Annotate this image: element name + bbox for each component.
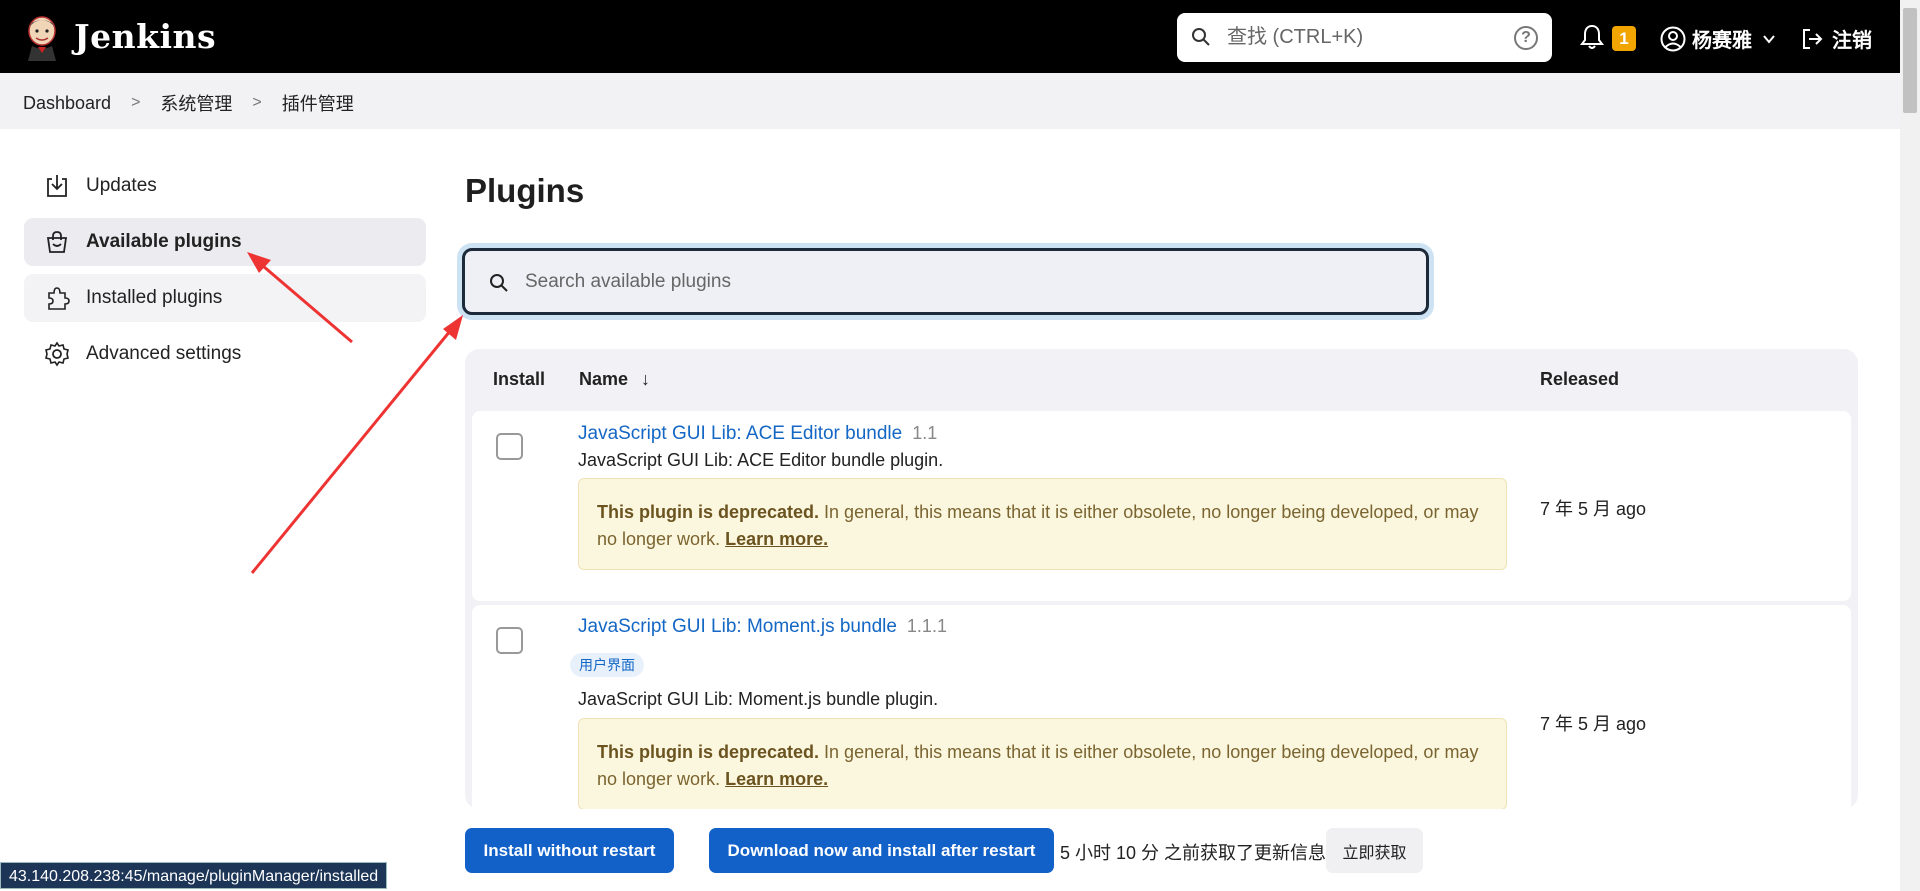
warning-title: This plugin is deprecated. bbox=[597, 742, 820, 762]
sidebar-item-label: Installed plugins bbox=[86, 287, 223, 308]
scrollbar-thumb[interactable] bbox=[1903, 8, 1917, 113]
plugin-version: 1.1 bbox=[912, 423, 938, 443]
plugin-version: 1.1.1 bbox=[906, 616, 947, 636]
global-search-input[interactable] bbox=[1227, 23, 1477, 51]
category-tag[interactable]: 用户界面 bbox=[570, 653, 644, 677]
search-icon bbox=[1192, 28, 1210, 46]
sidebar-item-label: Advanced settings bbox=[86, 343, 242, 364]
download-and-install-button[interactable]: Download now and install after restart bbox=[709, 828, 1054, 873]
plugin-search-box[interactable] bbox=[462, 248, 1429, 315]
global-search-box[interactable]: ? bbox=[1177, 13, 1552, 62]
help-icon[interactable]: ? bbox=[1514, 26, 1538, 50]
puzzle-icon bbox=[48, 287, 70, 310]
download-icon bbox=[47, 175, 67, 197]
search-icon bbox=[490, 274, 508, 292]
scrollbar-track[interactable] bbox=[1900, 0, 1920, 891]
deprecation-warning: This plugin is deprecated. In general, t… bbox=[578, 478, 1507, 570]
released-date: 7 年 5 月 ago bbox=[1540, 714, 1647, 734]
user-menu[interactable]: 杨赛雅 bbox=[1660, 24, 1776, 53]
breadcrumb-bar: Dashboard > 系统管理 > 插件管理 bbox=[0, 73, 1900, 129]
breadcrumb-dashboard[interactable]: Dashboard bbox=[23, 93, 111, 114]
jenkins-logo-icon[interactable] bbox=[22, 13, 62, 61]
plugin-name-link[interactable]: JavaScript GUI Lib: ACE Editor bundle 1.1 bbox=[578, 423, 937, 445]
plugin-name[interactable]: JavaScript GUI Lib: Moment.js bundle bbox=[578, 616, 897, 637]
plugin-name-link[interactable]: JavaScript GUI Lib: Moment.js bundle 1.1.… bbox=[578, 616, 947, 638]
status-bar-url: 43.140.208.238:45/manage/pluginManager/i… bbox=[0, 862, 388, 889]
breadcrumb-separator: > bbox=[131, 94, 141, 111]
brand-name[interactable]: Jenkins bbox=[74, 17, 216, 56]
sidebar-item-updates[interactable]: Updates bbox=[24, 162, 426, 210]
plugin-search-input[interactable] bbox=[525, 267, 1385, 297]
shopping-bag-icon bbox=[46, 231, 68, 253]
sort-arrow-icon: ↓ bbox=[641, 369, 651, 389]
column-header-install: Install bbox=[493, 369, 546, 389]
sidebar-item-label: Available plugins bbox=[86, 231, 242, 252]
column-header-released[interactable]: Released bbox=[1540, 369, 1619, 390]
top-header: Jenkins ? 1 杨赛雅 注销 bbox=[0, 0, 1900, 73]
plugins-table: Install Name ↓ Released JavaScript GUI L… bbox=[465, 349, 1858, 809]
warning-title: This plugin is deprecated. bbox=[597, 502, 820, 522]
released-date: 7 年 5 月 ago bbox=[1540, 499, 1647, 519]
notification-badge[interactable]: 1 bbox=[1612, 26, 1636, 51]
table-row: JavaScript GUI Lib: ACE Editor bundle 1.1… bbox=[472, 411, 1851, 601]
install-checkbox[interactable] bbox=[496, 433, 523, 460]
page-title: Plugins bbox=[465, 172, 585, 209]
table-row: JavaScript GUI Lib: Moment.js bundle 1.1.… bbox=[472, 605, 1851, 809]
chevron-down-icon bbox=[1763, 34, 1775, 44]
update-fetched-info: 5 小时 10 分 之前获取了更新信息 bbox=[1060, 843, 1327, 863]
table-header: Install Name ↓ Released bbox=[465, 349, 1858, 411]
fetch-now-button[interactable]: 立即获取 bbox=[1326, 828, 1423, 873]
breadcrumb-plugin-management[interactable]: 插件管理 bbox=[282, 90, 354, 116]
sidebar: Updates Available plugins Installed plug… bbox=[24, 162, 426, 386]
column-header-name-label: Name bbox=[579, 369, 629, 389]
learn-more-link[interactable]: Learn more. bbox=[725, 769, 828, 789]
logout-icon bbox=[1803, 28, 1823, 49]
column-header-name[interactable]: Name ↓ bbox=[579, 369, 650, 390]
logout-label: 注销 bbox=[1832, 30, 1872, 52]
sidebar-item-available-plugins[interactable]: Available plugins bbox=[24, 218, 426, 266]
breadcrumb: Dashboard > 系统管理 > 插件管理 bbox=[23, 90, 354, 116]
sidebar-item-advanced-settings[interactable]: Advanced settings bbox=[24, 330, 426, 378]
sidebar-item-installed-plugins[interactable]: Installed plugins bbox=[24, 274, 426, 322]
learn-more-link[interactable]: Learn more. bbox=[725, 529, 828, 549]
logout-button[interactable]: 注销 bbox=[1800, 24, 1872, 53]
install-without-restart-button[interactable]: Install without restart bbox=[465, 828, 674, 873]
plugin-description: JavaScript GUI Lib: ACE Editor bundle pl… bbox=[578, 450, 944, 470]
gear-icon bbox=[45, 341, 69, 367]
install-checkbox[interactable] bbox=[496, 627, 523, 654]
breadcrumb-system-management[interactable]: 系统管理 bbox=[160, 90, 232, 116]
user-name: 杨赛雅 bbox=[1692, 30, 1752, 52]
user-icon bbox=[1660, 26, 1686, 51]
bell-icon[interactable] bbox=[1580, 24, 1604, 50]
breadcrumb-separator: > bbox=[252, 94, 262, 111]
plugin-description: JavaScript GUI Lib: Moment.js bundle plu… bbox=[578, 689, 939, 709]
deprecation-warning: This plugin is deprecated. In general, t… bbox=[578, 718, 1507, 809]
plugin-name[interactable]: JavaScript GUI Lib: ACE Editor bundle bbox=[578, 423, 902, 444]
sidebar-item-label: Updates bbox=[86, 175, 157, 196]
